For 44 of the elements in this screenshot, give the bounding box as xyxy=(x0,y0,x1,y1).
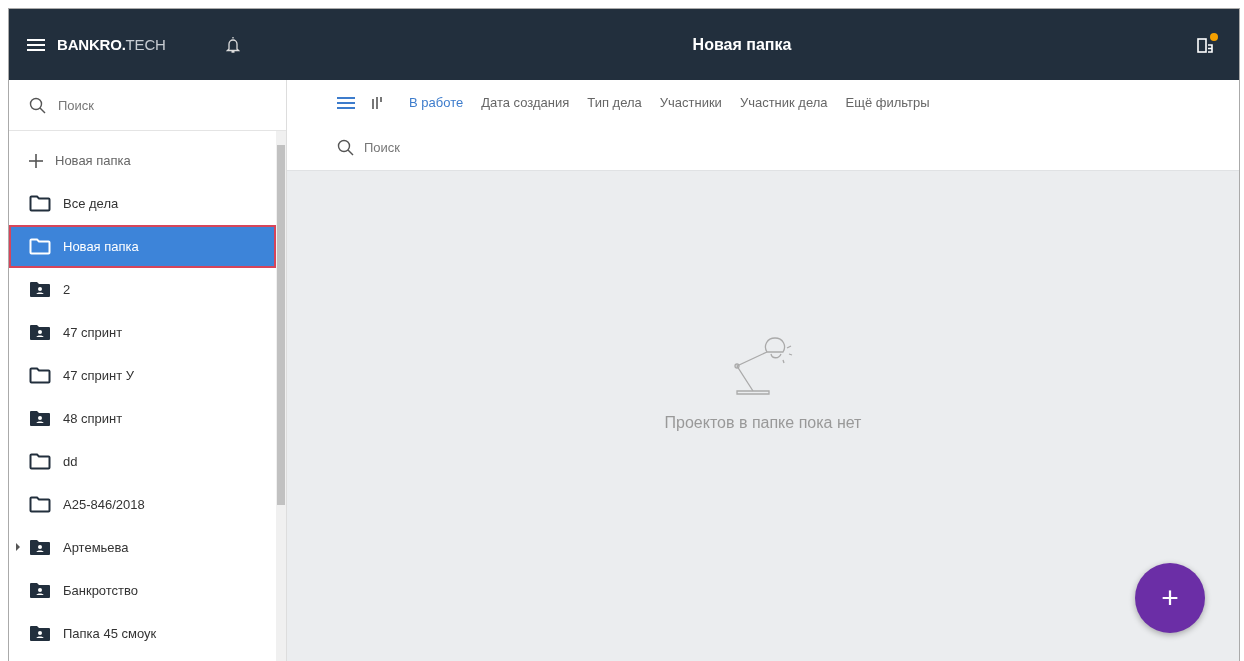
folder-icon xyxy=(29,238,51,255)
shared-folder-icon xyxy=(29,410,51,427)
filter-tab[interactable]: В работе xyxy=(409,95,464,110)
folder-icon xyxy=(29,496,51,513)
search-icon xyxy=(337,139,354,156)
empty-message: Проектов в папке пока нет xyxy=(664,414,862,432)
folder-item[interactable]: 47 спринт xyxy=(9,311,276,354)
folder-item[interactable]: 47 спринт У xyxy=(9,354,276,397)
bell-button[interactable] xyxy=(225,35,240,54)
folder-item[interactable]: 48 спринт xyxy=(9,397,276,440)
panel-icon xyxy=(1197,35,1215,54)
panel-toggle-button[interactable] xyxy=(1197,35,1215,54)
folder-item[interactable]: dd xyxy=(9,440,276,483)
shared-folder-icon xyxy=(29,582,51,599)
plus-icon xyxy=(29,153,43,168)
window-title: Новая папка xyxy=(691,35,793,54)
filter-tab[interactable]: Участник дела xyxy=(739,95,828,110)
filter-tab[interactable]: Участники xyxy=(659,95,722,110)
folder-icon xyxy=(29,195,51,212)
folder-item[interactable]: Банкротство xyxy=(9,569,276,612)
folder-item[interactable]: Новая папка xyxy=(9,225,276,268)
scrollbar[interactable] xyxy=(276,131,286,661)
filter-tab[interactable]: Тип дела xyxy=(587,95,642,110)
shared-folder-icon xyxy=(29,625,51,642)
expand-caret-icon[interactable] xyxy=(16,543,20,551)
shared-folder-icon xyxy=(29,324,51,341)
menu-button[interactable] xyxy=(27,37,45,52)
filter-tab[interactable]: Дата создания xyxy=(481,95,570,110)
folder-item[interactable]: Все дела xyxy=(9,182,276,225)
logo: BANKRO.TECH xyxy=(57,36,166,53)
search-icon xyxy=(29,96,46,114)
add-button[interactable]: + xyxy=(1135,563,1205,633)
folder-item[interactable]: Артемьева xyxy=(9,526,276,569)
folder-item[interactable]: 2 xyxy=(9,268,276,311)
folder-item[interactable]: Папка 45 смоук xyxy=(9,612,276,655)
shared-folder-icon xyxy=(29,539,51,556)
folder-icon xyxy=(29,367,51,384)
columns-view-button[interactable] xyxy=(371,95,383,110)
shared-folder-icon xyxy=(29,281,51,298)
filter-tab[interactable]: Ещё фильтры xyxy=(845,95,930,110)
folder-item[interactable]: А25-846/2018 xyxy=(9,483,276,526)
folder-icon xyxy=(29,453,51,470)
list-view-button[interactable] xyxy=(337,95,355,110)
new-folder-button[interactable]: Новая папка xyxy=(9,139,276,182)
